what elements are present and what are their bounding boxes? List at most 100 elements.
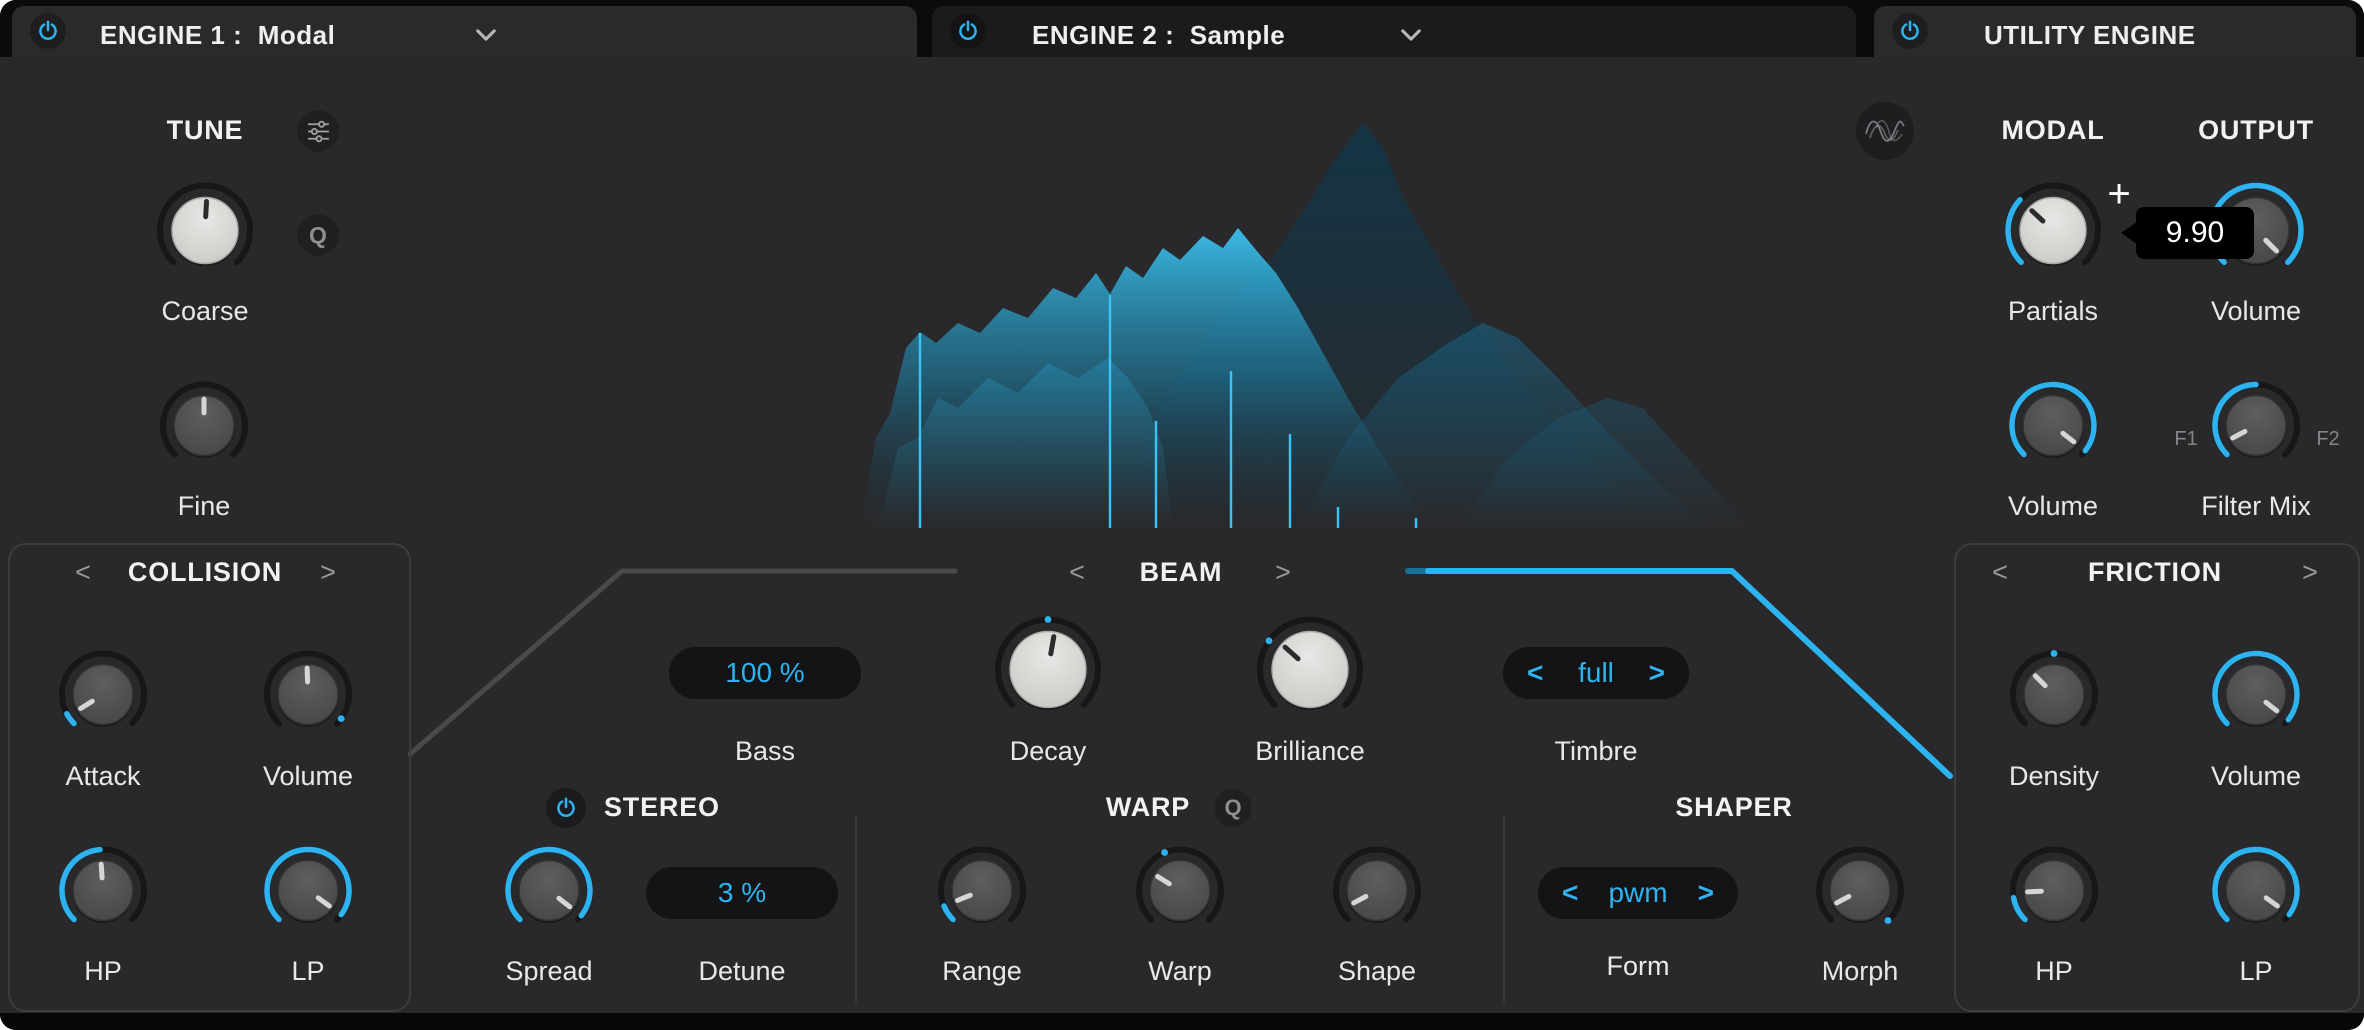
utility-volume-label: Volume bbox=[2007, 491, 2099, 521]
friction-lp-label: LP bbox=[2239, 956, 2273, 986]
chevron-down-icon[interactable] bbox=[475, 28, 497, 42]
partials-plus-indicator: + bbox=[2107, 172, 2131, 216]
beam-section-title: BEAM bbox=[1139, 557, 1223, 587]
tune-quantize-button[interactable]: Q bbox=[297, 214, 339, 256]
utility-volume-knob[interactable] bbox=[2003, 376, 2103, 481]
coarse-knob[interactable] bbox=[151, 177, 259, 290]
sliders-icon bbox=[305, 118, 332, 145]
collision-volume-knob[interactable] bbox=[258, 645, 358, 750]
collision-volume-label: Volume bbox=[262, 761, 354, 791]
beam-prev-button[interactable]: < bbox=[1069, 557, 1085, 588]
warp-knob[interactable] bbox=[1130, 841, 1230, 946]
shape-knob[interactable] bbox=[1327, 841, 1427, 946]
tab-utility-engine-label: UTILITY ENGINE bbox=[1984, 20, 2196, 50]
warp-section-title: WARP bbox=[1105, 792, 1191, 822]
stereo-power-button[interactable] bbox=[546, 788, 586, 828]
modal-engine-panel: ENGINE 1 : Modal ENGINE 2 : Sample UTILI… bbox=[0, 0, 2364, 1030]
engine-1-power-button[interactable] bbox=[30, 13, 66, 49]
collision-attack-knob[interactable] bbox=[53, 645, 153, 750]
partials-spectrum bbox=[860, 123, 1748, 528]
collision-lp-knob[interactable] bbox=[258, 841, 358, 946]
brilliance-label: Brilliance bbox=[1255, 736, 1365, 766]
warp-quantize-button[interactable]: Q bbox=[1214, 789, 1252, 827]
partials-knob[interactable] bbox=[1999, 177, 2107, 290]
bass-label: Bass bbox=[734, 736, 796, 766]
friction-hp-label: HP bbox=[2035, 956, 2073, 986]
collision-prev-button[interactable]: < bbox=[75, 557, 91, 588]
friction-volume-knob[interactable] bbox=[2206, 645, 2306, 750]
range-label: Range bbox=[942, 956, 1022, 986]
form-prev-button[interactable]: < bbox=[1562, 877, 1578, 909]
power-icon bbox=[1898, 19, 1922, 43]
bottom-bar bbox=[0, 1013, 2364, 1030]
stereo-warp-divider bbox=[855, 816, 857, 1002]
engine-2-power-button[interactable] bbox=[950, 13, 986, 49]
decay-label: Decay bbox=[1009, 736, 1087, 766]
tab-engine-2[interactable]: ENGINE 2 : Sample bbox=[932, 6, 1856, 57]
fine-knob[interactable] bbox=[154, 376, 254, 481]
tab-engine-1[interactable]: ENGINE 1 : Modal bbox=[12, 6, 917, 57]
spread-label: Spread bbox=[505, 956, 593, 986]
filter-mix-f2-label: F2 bbox=[2316, 428, 2340, 450]
bass-value: 100 % bbox=[725, 657, 805, 688]
viz-mode-button[interactable] bbox=[1856, 102, 1914, 160]
tooltip-value: 9.90 bbox=[2165, 216, 2225, 249]
density-knob[interactable] bbox=[2004, 645, 2104, 750]
wave-icon bbox=[1856, 102, 1914, 160]
timbre-prev-button[interactable]: < bbox=[1527, 657, 1543, 689]
decay-knob[interactable] bbox=[989, 611, 1107, 734]
friction-section-title: FRICTION bbox=[2088, 557, 2222, 587]
fine-label: Fine bbox=[177, 491, 231, 521]
form-next-button[interactable]: > bbox=[1698, 877, 1714, 909]
collision-hp-knob[interactable] bbox=[53, 841, 153, 946]
tab-utility-engine[interactable]: UTILITY ENGINE bbox=[1874, 6, 2356, 57]
friction-lp-knob[interactable] bbox=[2206, 841, 2306, 946]
tab-engine-2-label: ENGINE 2 : Sample bbox=[1032, 20, 1286, 50]
shape-label: Shape bbox=[1337, 956, 1417, 986]
output-volume-label: Volume bbox=[2210, 296, 2302, 326]
range-knob[interactable] bbox=[932, 841, 1032, 946]
morph-label: Morph bbox=[1821, 956, 1899, 986]
form-value[interactable]: pwm bbox=[1608, 877, 1667, 909]
partials-label: Partials bbox=[2007, 296, 2099, 326]
filter-mix-label: Filter Mix bbox=[2201, 491, 2311, 521]
tab-engine-1-label: ENGINE 1 : Modal bbox=[100, 20, 336, 50]
output-section-title: OUTPUT bbox=[2198, 115, 2314, 145]
engine-tab-bar: ENGINE 1 : Modal ENGINE 2 : Sample UTILI… bbox=[0, 0, 2364, 57]
beam-next-button[interactable]: > bbox=[1275, 557, 1291, 588]
collision-next-button[interactable]: > bbox=[320, 557, 336, 588]
detune-label: Detune bbox=[698, 956, 786, 986]
density-label: Density bbox=[2008, 761, 2100, 791]
stereo-section-title: STEREO bbox=[604, 792, 720, 822]
warp-shaper-divider bbox=[1503, 816, 1505, 1002]
filter-mix-f1-label: F1 bbox=[2174, 428, 2198, 450]
form-selector: < pwm > bbox=[1538, 867, 1738, 919]
tune-settings-button[interactable] bbox=[297, 110, 339, 152]
collision-attack-label: Attack bbox=[65, 761, 141, 791]
morph-knob[interactable] bbox=[1810, 841, 1910, 946]
bass-value-field[interactable]: 100 % bbox=[669, 647, 861, 699]
form-label: Form bbox=[1606, 951, 1670, 981]
detune-value: 3 % bbox=[717, 877, 767, 908]
chevron-down-icon[interactable] bbox=[1400, 28, 1422, 42]
plugin-window: ENGINE 1 : Modal ENGINE 2 : Sample UTILI… bbox=[0, 0, 2364, 1030]
timbre-value[interactable]: full bbox=[1578, 657, 1614, 689]
power-icon bbox=[36, 19, 60, 43]
shaper-section-title: SHAPER bbox=[1675, 792, 1793, 822]
utility-engine-power-button[interactable] bbox=[1892, 13, 1928, 49]
filter-mix-knob[interactable] bbox=[2206, 376, 2306, 481]
friction-hp-knob[interactable] bbox=[2004, 841, 2104, 946]
collision-section-title: COLLISION bbox=[127, 557, 283, 587]
spread-knob[interactable] bbox=[499, 841, 599, 946]
friction-next-button[interactable]: > bbox=[2302, 557, 2318, 588]
warp-label: Warp bbox=[1148, 956, 1212, 986]
brilliance-knob[interactable] bbox=[1251, 611, 1369, 734]
collision-lp-label: LP bbox=[291, 956, 325, 986]
friction-volume-label: Volume bbox=[2210, 761, 2302, 791]
detune-value-field[interactable]: 3 % bbox=[646, 867, 838, 919]
power-icon bbox=[554, 796, 578, 820]
power-icon bbox=[956, 19, 980, 43]
timbre-next-button[interactable]: > bbox=[1649, 657, 1665, 689]
value-tooltip: 9.90 bbox=[2136, 207, 2254, 259]
friction-prev-button[interactable]: < bbox=[1992, 557, 2008, 588]
